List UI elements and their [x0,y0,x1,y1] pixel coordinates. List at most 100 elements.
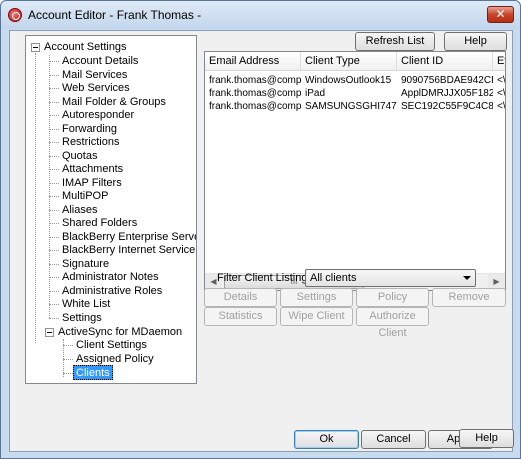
details-button[interactable]: Details [204,288,277,307]
tree-item[interactable]: Account Details [60,54,140,68]
tree-connector-line [49,277,59,278]
tree-item[interactable]: Shared Folders [60,216,139,230]
tree-connector-line [49,55,50,318]
table-cell: iPad [305,88,326,99]
tree-item[interactable]: Quotas [60,149,99,163]
tree-item[interactable]: Mail Services [60,68,129,82]
dropdown-arrow-icon [463,276,471,280]
tree-connector-line [49,169,59,170]
column-client-type[interactable]: Client Type [301,52,397,71]
tree-connector-line [49,183,59,184]
settings-tree[interactable]: Account Settings Account Details Mail Ser… [25,35,197,384]
tree-connector-line [49,291,59,292]
tree-connector-line [63,373,73,374]
tree-item[interactable]: Web Services [60,81,132,95]
account-editor-window: Account Editor - Frank Thomas - ✕ Accoun… [0,0,521,459]
tree-item[interactable]: Signature [60,257,111,271]
filter-dropdown[interactable]: All clients [305,269,476,287]
table-cell: frank.thomas@compa... [209,88,301,99]
tree-item-assigned-policy[interactable]: Assigned Policy [74,352,156,366]
tree-connector-line [63,345,73,346]
table-cell: frank.thomas@compa... [209,75,301,86]
settings-button-label: Settings [296,291,337,303]
table-cell: SEC192C55F9C4C8A [401,101,493,112]
table-cell: WindowsOutlook15 [305,75,392,86]
tree-item[interactable]: BlackBerry Internet Service [60,243,196,257]
wipe-client-button[interactable]: Wipe Client [280,307,353,326]
tree-connector-line [49,196,59,197]
list-header: Email Address Client Type Client ID Ef [205,52,505,71]
tree-connector-line [49,210,59,211]
cancel-button[interactable]: Cancel [361,430,426,449]
tree-connector-line [49,237,59,238]
tree-connector-line [49,115,59,116]
mdaemon-app-icon [8,8,22,22]
tree-connector-line [49,61,59,62]
details-button-label: Details [223,291,258,303]
ok-button[interactable]: Ok [294,430,359,449]
tree-connector-line [63,359,73,360]
filter-selected-value: All clients [310,272,357,284]
tree-connector-line [35,53,36,343]
tree-item[interactable]: Aliases [60,203,99,217]
tree-item[interactable]: White List [60,297,112,311]
table-cell: <\ [497,75,506,86]
table-row[interactable]: frank.thomas@compa... SAMSUNGSGHI747 SEC19… [205,100,506,113]
tree-connector-line [49,304,59,305]
tree-connector-line [49,318,59,319]
tree-connector-line [49,223,59,224]
tree-item-activesync[interactable]: ActiveSync for MDaemon [56,325,184,339]
title-bar[interactable]: Account Editor - Frank Thomas - ✕ [1,1,520,29]
table-cell: <\ [497,88,506,99]
remove-button-label: Remove [448,291,490,303]
tree-connector-line [49,129,59,130]
policy-button[interactable]: Policy [356,288,429,307]
clients-list[interactable]: Email Address Client Type Client ID Ef f… [204,51,506,291]
tree-connector-line [49,75,59,76]
tree-connector-line [49,142,59,143]
tree-connector-line [49,102,59,103]
dialog-body: Account Settings Account Details Mail Ser… [9,30,513,452]
tree-connector-line [49,250,59,251]
close-button[interactable]: ✕ [487,6,514,23]
tree-item[interactable]: Restrictions [60,135,121,149]
tree-item[interactable]: Forwarding [60,122,119,136]
tree-item[interactable]: Autoresponder [60,108,136,122]
tree-connector-line [49,264,59,265]
statistics-button-label: Statistics [218,310,263,322]
tree-item[interactable]: BlackBerry Enterprise Server [60,230,196,244]
tree-item[interactable]: Settings [60,311,104,325]
authorize-client-button-label: Authorize Client [369,310,416,339]
refresh-list-button[interactable]: Refresh List [355,32,435,51]
collapse-root-icon[interactable] [31,43,40,52]
table-row[interactable]: frank.thomas@compa... WindowsOutlook15 909… [205,74,506,87]
help-button-footer[interactable]: Help [459,429,514,448]
tree-item[interactable]: Administrative Roles [60,284,164,298]
tree-root-account-settings[interactable]: Account Settings [42,40,129,54]
tree-item[interactable]: Attachments [60,162,125,176]
statistics-button[interactable]: Statistics [204,307,277,326]
tree-item-clients[interactable]: Clients [73,365,113,380]
remove-button[interactable]: Remove [432,288,506,307]
tree-item[interactable]: Administrator Notes [60,270,161,284]
column-client-id[interactable]: Client ID [397,52,493,71]
table-cell: 9090756BDAE942CF... [401,75,493,86]
table-cell: <\ [497,101,506,112]
policy-button-label: Policy [377,291,408,303]
authorize-client-button[interactable]: Authorize Client [356,307,429,339]
tree-item[interactable]: Mail Folder & Groups [60,95,168,109]
tree-item-client-settings[interactable]: Client Settings [74,338,149,352]
column-effective[interactable]: Ef [493,52,505,71]
wipe-client-button-label: Wipe Client [288,310,345,322]
tree-item[interactable]: IMAP Filters [60,176,124,190]
window-title: Account Editor - Frank Thomas - [28,8,202,22]
table-cell: SAMSUNGSGHI747 [305,101,397,112]
column-email-address[interactable]: Email Address [205,52,301,71]
table-row[interactable]: frank.thomas@compa... iPad ApplDMRJJX05F18… [205,87,506,100]
collapse-activesync-icon[interactable] [45,328,54,337]
table-cell: ApplDMRJJX05F182 [401,88,493,99]
tree-item[interactable]: MultiPOP [60,189,110,203]
tree-connector-line [49,88,59,89]
settings-button[interactable]: Settings [280,288,353,307]
help-button-top[interactable]: Help [444,32,507,51]
